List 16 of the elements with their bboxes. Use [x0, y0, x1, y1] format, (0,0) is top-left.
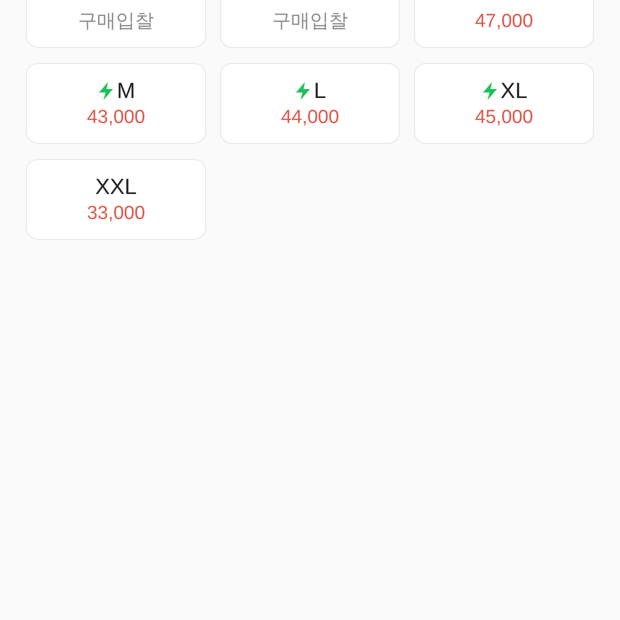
size-label: L: [314, 76, 326, 104]
size-label: M: [116, 76, 136, 104]
price-label: 43,000: [86, 106, 146, 130]
price-label: 47,000: [474, 10, 534, 34]
size-label: XXL: [95, 172, 137, 200]
price-label: 33,000: [86, 202, 146, 226]
size-option[interactable]: L 44,000: [220, 63, 400, 144]
price-label: 구매입찰: [78, 10, 154, 34]
size-option[interactable]: XXL 33,000: [26, 159, 206, 240]
size-option[interactable]: 47,000: [414, 0, 594, 48]
size-option[interactable]: XL 45,000: [414, 63, 594, 144]
size-label: XL: [500, 76, 528, 104]
price-label: 44,000: [280, 106, 340, 130]
size-option[interactable]: M 43,000: [26, 63, 206, 144]
price-label: 45,000: [474, 106, 534, 130]
price-label: 구매입찰: [272, 10, 348, 34]
